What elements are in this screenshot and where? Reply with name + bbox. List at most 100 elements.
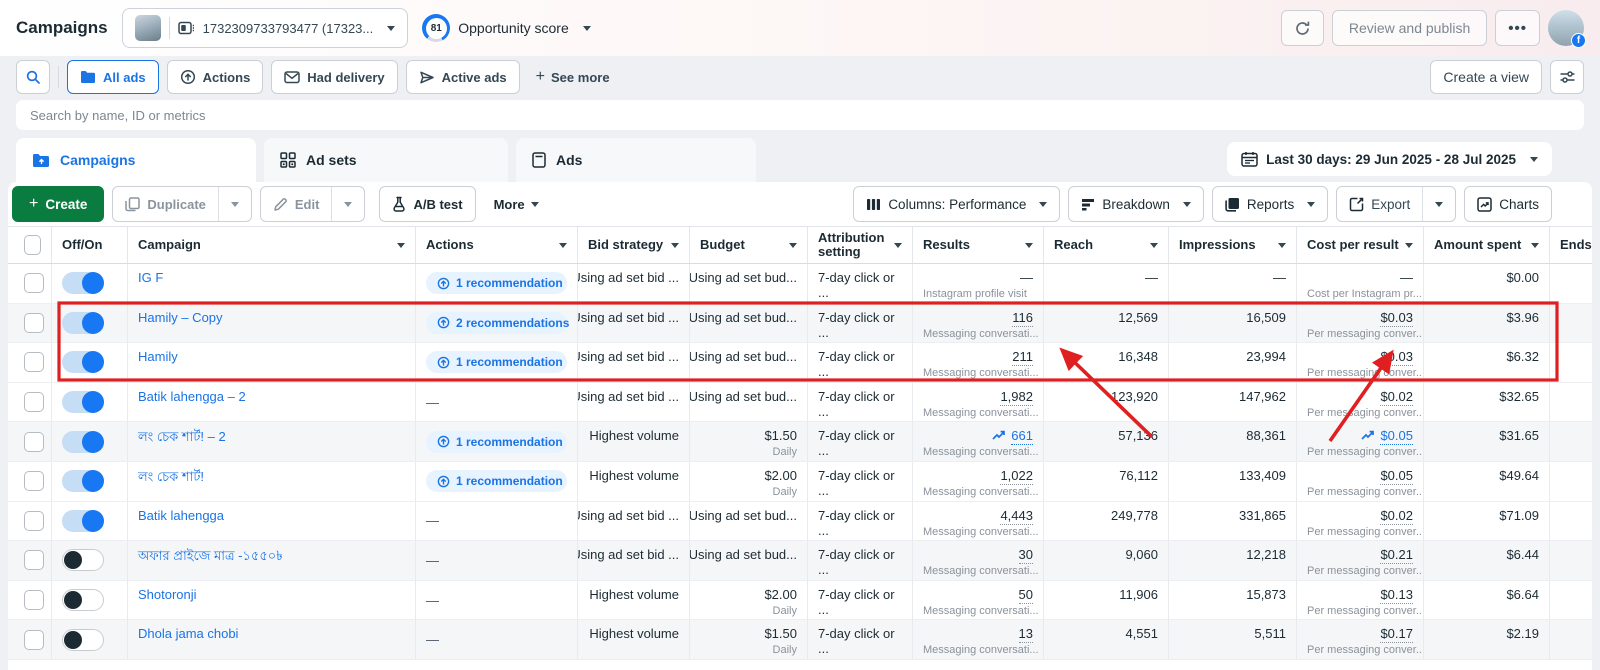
search-input[interactable] (16, 100, 1584, 130)
create-button[interactable]: + Create (12, 186, 104, 222)
row-checkbox[interactable] (24, 432, 44, 452)
campaign-toggle[interactable] (62, 589, 104, 611)
campaign-name-link[interactable]: Hamily (138, 349, 405, 364)
header-attribution[interactable]: Attribution setting (808, 227, 913, 263)
row-select-cell (8, 304, 52, 343)
results-value[interactable]: 30 (1019, 547, 1033, 564)
cost-value[interactable]: $0.17 (1380, 626, 1413, 643)
edit-button[interactable]: Edit (261, 187, 332, 221)
campaign-name-link[interactable]: IG F (138, 270, 405, 285)
campaign-name-link[interactable]: লং চেক শার্ট! (138, 468, 405, 489)
cost-value[interactable]: $0.03 (1380, 349, 1413, 366)
budget-cell: $2.00Daily (690, 462, 808, 501)
tab-ad-sets[interactable]: Ad sets (264, 138, 508, 182)
campaign-toggle[interactable] (62, 549, 104, 571)
campaign-name-link[interactable]: Hamily – Copy (138, 310, 405, 325)
header-ends[interactable]: Ends (1550, 227, 1592, 263)
more-menu-button[interactable]: More (484, 197, 549, 212)
opportunity-score[interactable]: 81 Opportunity score (422, 14, 591, 42)
refresh-button[interactable] (1281, 10, 1324, 46)
more-options-button[interactable]: ••• (1495, 10, 1540, 46)
create-a-view-button[interactable]: Create a view (1430, 60, 1542, 94)
row-checkbox[interactable] (24, 273, 44, 293)
filter-had-delivery[interactable]: Had delivery (271, 60, 397, 94)
header-budget[interactable]: Budget (690, 227, 808, 263)
filter-actions[interactable]: Actions (167, 60, 264, 94)
campaign-name-link[interactable]: Batik lahengga (138, 508, 405, 523)
campaign-name-link[interactable]: লং চেক শার্ট! – 2 (138, 428, 405, 449)
row-checkbox[interactable] (24, 313, 44, 333)
row-checkbox[interactable] (24, 630, 44, 650)
search-filter-button[interactable] (16, 60, 50, 94)
campaign-name-link[interactable]: অফার প্রাইজে মাত্র -১৫৫০৳ (138, 547, 405, 568)
campaign-name-link[interactable]: Shotoronji (138, 587, 405, 602)
row-checkbox[interactable] (24, 392, 44, 412)
campaign-toggle[interactable] (62, 312, 104, 334)
results-value[interactable]: 13 (1019, 626, 1033, 643)
cost-value[interactable]: $0.02 (1380, 508, 1413, 525)
recommendation-badge[interactable]: 1 recommendation (426, 470, 567, 492)
duplicate-button[interactable]: Duplicate (113, 187, 218, 221)
results-value[interactable]: 4,443 (1000, 508, 1033, 525)
export-button[interactable]: Export (1337, 187, 1422, 221)
row-checkbox[interactable] (24, 471, 44, 491)
results-value[interactable]: 661 (1011, 428, 1033, 445)
results-value[interactable]: 116 (1012, 310, 1033, 327)
edit-dropdown[interactable] (332, 187, 364, 221)
duplicate-dropdown[interactable] (219, 187, 251, 221)
recommendation-badge[interactable]: 1 recommendation (426, 431, 567, 453)
results-value[interactable]: 1,982 (1000, 389, 1033, 406)
results-value[interactable]: 50 (1019, 587, 1033, 604)
export-dropdown[interactable] (1423, 187, 1455, 221)
header-results[interactable]: Results (913, 227, 1044, 263)
header-select-all[interactable] (8, 227, 52, 263)
columns-button[interactable]: Columns: Performance (853, 186, 1060, 222)
campaign-toggle[interactable] (62, 351, 104, 373)
filter-all-ads[interactable]: All ads (67, 60, 159, 94)
cost-value[interactable]: $0.05 (1380, 468, 1413, 485)
header-cost-per-result[interactable]: Cost per result (1297, 227, 1424, 263)
header-amount-spent[interactable]: Amount spent (1424, 227, 1550, 263)
view-settings-button[interactable] (1550, 60, 1584, 94)
cost-value[interactable]: $0.05 (1380, 428, 1413, 445)
campaign-toggle[interactable] (62, 431, 104, 453)
header-campaign[interactable]: Campaign (128, 227, 416, 263)
row-checkbox[interactable] (24, 590, 44, 610)
tab-campaigns[interactable]: Campaigns (16, 138, 256, 182)
cost-value[interactable]: $0.02 (1380, 389, 1413, 406)
recommendation-badge[interactable]: 1 recommendation (426, 351, 567, 373)
filter-active-ads[interactable]: Active ads (406, 60, 520, 94)
campaign-name-link[interactable]: Batik lahengga – 2 (138, 389, 405, 404)
account-selector[interactable]: 1732309733793477 (17323... (122, 8, 409, 48)
campaign-name-link[interactable]: Dhola jama chobi (138, 626, 405, 641)
header-actions[interactable]: Actions (416, 227, 578, 263)
cost-value[interactable]: $0.03 (1380, 310, 1413, 327)
row-checkbox[interactable] (24, 550, 44, 570)
header-bid-strategy[interactable]: Bid strategy (578, 227, 690, 263)
tab-ads[interactable]: Ads (516, 138, 756, 182)
breakdown-button[interactable]: Breakdown (1068, 186, 1204, 222)
results-value[interactable]: 211 (1012, 349, 1033, 366)
header-reach[interactable]: Reach (1044, 227, 1169, 263)
campaign-toggle[interactable] (62, 510, 104, 532)
reports-button[interactable]: Reports (1212, 186, 1328, 222)
campaign-toggle[interactable] (62, 272, 104, 294)
cost-value[interactable]: $0.21 (1380, 547, 1413, 564)
campaign-toggle[interactable] (62, 470, 104, 492)
see-more-filters[interactable]: + See more (528, 68, 618, 86)
recommendation-badge[interactable]: 1 recommendation (426, 272, 567, 294)
user-avatar[interactable]: f (1548, 10, 1584, 46)
campaign-toggle[interactable] (62, 391, 104, 413)
ab-test-button[interactable]: A/B test (379, 186, 475, 222)
date-range-picker[interactable]: Last 30 days: 29 Jun 2025 - 28 Jul 2025 (1227, 142, 1552, 176)
row-checkbox[interactable] (24, 511, 44, 531)
charts-button[interactable]: Charts (1464, 186, 1552, 222)
cost-value[interactable]: $0.13 (1380, 587, 1413, 604)
header-impressions[interactable]: Impressions (1169, 227, 1297, 263)
campaign-toggle[interactable] (62, 629, 104, 651)
recommendation-badge[interactable]: 2 recommendations (426, 312, 567, 334)
select-all-checkbox[interactable] (24, 235, 41, 255)
row-checkbox[interactable] (24, 352, 44, 372)
review-and-publish-button[interactable]: Review and publish (1332, 10, 1487, 46)
results-value[interactable]: 1,022 (1000, 468, 1033, 485)
